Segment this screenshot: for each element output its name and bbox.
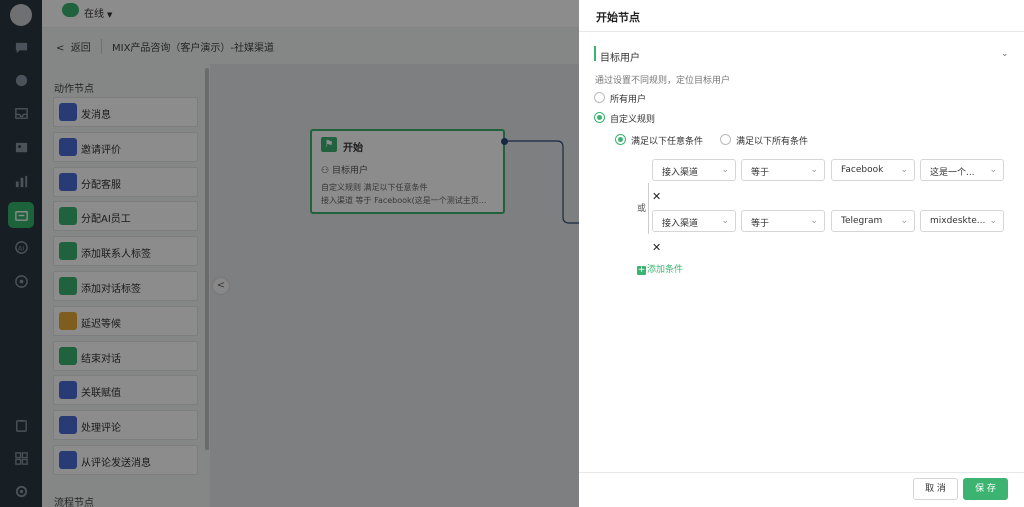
radio-custom-rule[interactable] xyxy=(594,112,605,123)
chevron-down-icon: ⌄ xyxy=(721,216,729,226)
condition-1-value-select[interactable]: 这是一个... ⌄ xyxy=(920,159,1004,181)
radio-match-any[interactable] xyxy=(615,134,626,145)
condition-2-operator-select[interactable]: 等于 ⌄ xyxy=(741,210,825,232)
start-node-drawer: 开始节点 目标用户 ⌄ 通过设置不同规则，定位目标用户 所有用户 自定义规则 满… xyxy=(579,0,1024,507)
target-users-section-header[interactable]: 目标用户 xyxy=(600,49,640,64)
plus-icon: + xyxy=(637,265,646,275)
app-root: AI 在线 ▼ < 返回 MIX产品咨询（客户演示）-社媒渠道 动作节点 发消息邀… xyxy=(0,0,1024,507)
radio-all-users-label: 所有用户 xyxy=(610,95,647,105)
section-description: 通过设置不同规则，定位目标用户 xyxy=(595,76,731,86)
select-value: 接入渠道 xyxy=(662,219,699,229)
radio-custom-rule-label: 自定义规则 xyxy=(610,115,656,125)
radio-match-all-label: 满足以下所有条件 xyxy=(736,137,809,147)
select-value: mixdeskte... xyxy=(930,216,986,226)
condition-1-field-select[interactable]: 接入渠道 ⌄ xyxy=(652,159,736,181)
radio-match-all[interactable] xyxy=(720,134,731,145)
footer-divider xyxy=(579,472,1024,473)
chevron-down-icon: ⌄ xyxy=(989,165,997,175)
radio-match-any-label: 满足以下任意条件 xyxy=(631,137,704,147)
condition-2-value-select[interactable]: mixdeskte... ⌄ xyxy=(920,210,1004,232)
remove-condition-1-icon[interactable]: ✕ xyxy=(652,190,661,203)
chevron-down-icon: ⌄ xyxy=(721,165,729,175)
condition-2-channel-select[interactable]: Telegram ⌄ xyxy=(831,210,915,232)
select-value: Facebook xyxy=(841,165,884,175)
save-button[interactable]: 保 存 xyxy=(963,478,1008,500)
select-value: 这是一个... xyxy=(930,168,975,178)
add-condition-label: 添加条件 xyxy=(647,265,684,275)
select-value: 接入渠道 xyxy=(662,168,699,178)
add-condition-button[interactable]: + 添加条件 xyxy=(637,262,683,275)
select-value: 等于 xyxy=(751,219,770,229)
chevron-down-icon: ⌄ xyxy=(810,165,818,175)
or-label: 或 xyxy=(637,204,647,214)
drawer-title: 开始节点 xyxy=(596,11,640,24)
section-accent xyxy=(594,46,596,61)
radio-all-users[interactable] xyxy=(594,92,605,103)
condition-1-channel-select[interactable]: Facebook ⌄ xyxy=(831,159,915,181)
chevron-down-icon[interactable]: ⌄ xyxy=(1001,49,1009,59)
chevron-down-icon: ⌄ xyxy=(900,216,908,226)
select-value: Telegram xyxy=(841,216,883,226)
chevron-down-icon: ⌄ xyxy=(810,216,818,226)
select-value: 等于 xyxy=(751,168,770,178)
remove-condition-2-icon[interactable]: ✕ xyxy=(652,241,661,254)
chevron-down-icon: ⌄ xyxy=(900,165,908,175)
modal-overlay[interactable] xyxy=(0,0,579,507)
condition-1-operator-select[interactable]: 等于 ⌄ xyxy=(741,159,825,181)
divider xyxy=(579,31,1024,32)
cancel-button[interactable]: 取 消 xyxy=(913,478,958,500)
condition-2-field-select[interactable]: 接入渠道 ⌄ xyxy=(652,210,736,232)
chevron-down-icon: ⌄ xyxy=(989,216,997,226)
